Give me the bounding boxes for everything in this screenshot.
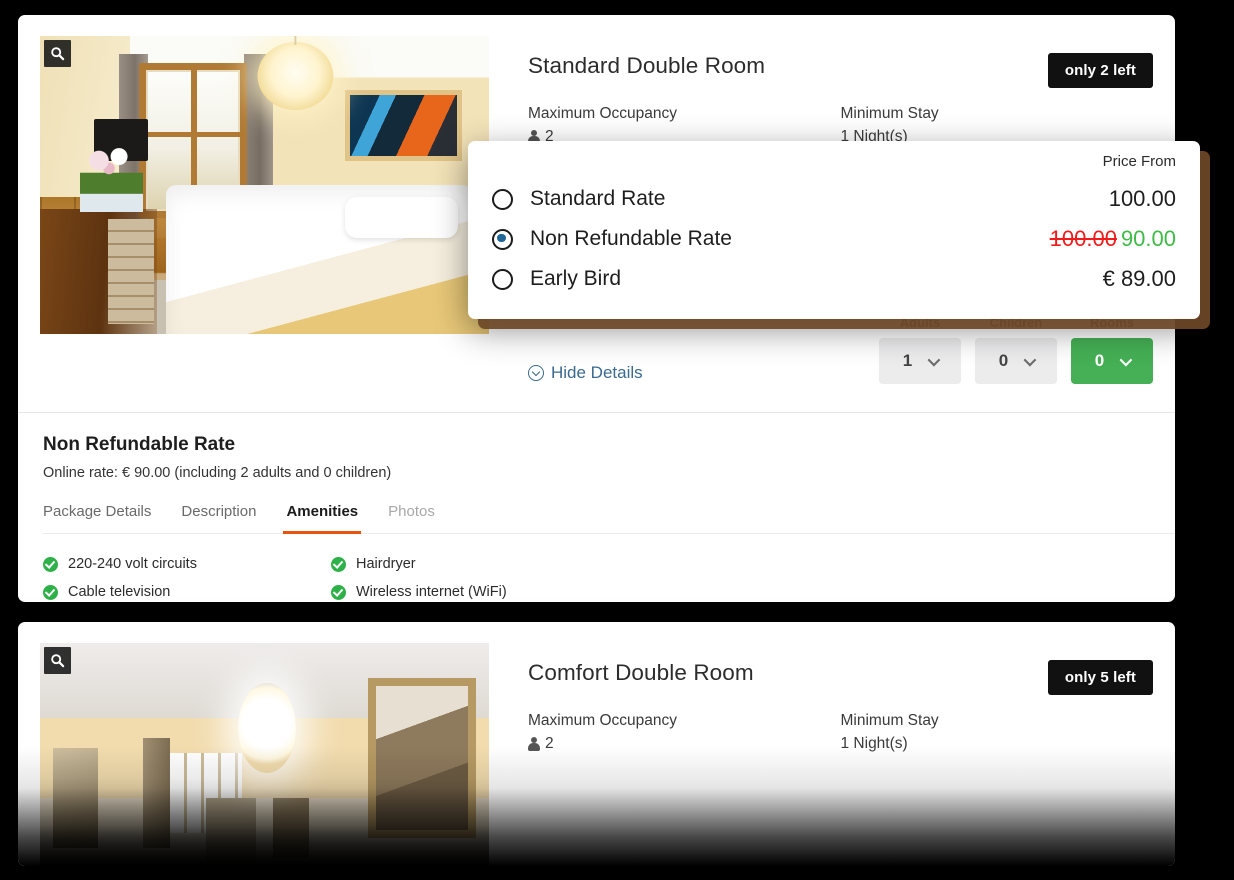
rate-price: € 89.00 — [1102, 266, 1176, 291]
person-icon — [528, 737, 540, 751]
radio-non-refundable-rate[interactable] — [492, 228, 513, 250]
amenity-label: 220-240 volt circuits — [68, 556, 197, 572]
rate-price-original: 100.00 — [1049, 226, 1117, 251]
hide-details-link[interactable]: Hide Details — [528, 363, 643, 383]
radio-standard-rate[interactable] — [492, 188, 513, 210]
pendant-lamp — [237, 683, 296, 773]
rooms-value: 0 — [1094, 351, 1105, 370]
occupancy-label: Maximum Occupancy — [528, 105, 678, 122]
list-item: Hairdryer — [331, 556, 619, 572]
occupancy-block: Maximum Occupancy 2 — [528, 712, 841, 753]
radio-early-bird-rate[interactable] — [492, 268, 513, 290]
list-item: Cable television — [43, 584, 331, 600]
adults-dropdown[interactable]: 1 — [879, 338, 961, 384]
wall-art — [345, 89, 463, 162]
min-stay-value: 1 Night(s) — [840, 735, 908, 752]
amenities-column-right: Hairdryer Wireless internet (WiFi) — [331, 556, 619, 602]
check-circle-icon — [43, 584, 58, 600]
tab-amenities[interactable]: Amenities — [283, 503, 361, 534]
room-meta: Maximum Occupancy 2 Minimum Stay 1 Night… — [528, 105, 1153, 146]
rate-price: 100.00 — [1108, 186, 1176, 211]
magnifier-icon[interactable] — [44, 40, 71, 67]
occupancy-value-row: 2 — [528, 735, 841, 753]
hide-details-label: Hide Details — [551, 363, 643, 382]
rate-details-title: Non Refundable Rate — [43, 434, 236, 455]
rate-details-subtitle: Online rate: € 90.00 (including 2 adults… — [43, 465, 392, 481]
chevron-down-icon — [1119, 353, 1133, 366]
status-badge-availability: only 5 left — [1047, 660, 1153, 695]
amenities-column-left: 220-240 volt circuits Cable television — [43, 556, 331, 602]
status-badge-availability: only 2 left — [1047, 53, 1153, 88]
rate-option-early-bird[interactable]: Early Bird € 89.00 — [492, 259, 1176, 299]
check-circle-icon — [43, 556, 58, 572]
room-photo-image — [40, 643, 489, 866]
list-item: Wireless internet (WiFi) — [331, 584, 619, 600]
tab-package-details[interactable]: Package Details — [43, 503, 151, 533]
photo-fade-overlay — [40, 778, 489, 866]
details-tabs: Package Details Description Amenities Ph… — [43, 503, 1175, 534]
check-circle-icon — [331, 584, 346, 600]
price-from-label: Price From — [1102, 153, 1176, 170]
min-stay-label: Minimum Stay — [840, 712, 939, 729]
occupancy-selectors: Adults 1 Children 0 Rooms 0 — [879, 315, 1153, 384]
amenity-label: Hairdryer — [356, 556, 416, 572]
rate-details-panel: Non Refundable Rate Online rate: € 90.00… — [18, 412, 1175, 602]
adults-value: 1 — [902, 351, 913, 370]
room-photo-comfort[interactable] — [40, 643, 489, 866]
chevron-down-circle-icon — [528, 365, 544, 381]
pendant-lamp — [256, 36, 334, 111]
rate-options-list: Standard Rate 100.00 Non Refundable Rate… — [492, 179, 1176, 299]
list-item: 220-240 volt circuits — [43, 556, 331, 572]
adults-selector-group: Adults 1 — [879, 315, 961, 384]
pillow — [345, 197, 459, 238]
children-value: 0 — [998, 351, 1009, 370]
rate-selection-popup: Price From Standard Rate 100.00 Non Refu… — [468, 141, 1200, 319]
stay-block: Minimum Stay 1 Night(s) — [841, 712, 1154, 753]
bed — [165, 185, 489, 334]
magnifier-icon[interactable] — [44, 647, 71, 674]
rate-label: Early Bird — [530, 267, 622, 290]
children-selector-group: Children 0 — [975, 315, 1057, 384]
room-scene — [40, 36, 489, 334]
rooms-dropdown[interactable]: 0 — [1071, 338, 1153, 384]
dresser — [40, 208, 157, 334]
rate-label: Non Refundable Rate — [530, 227, 732, 250]
stay-block: Minimum Stay 1 Night(s) — [841, 105, 1154, 146]
check-circle-icon — [331, 556, 346, 572]
rooms-selector-group: Rooms 0 — [1071, 315, 1153, 384]
amenities-list: 220-240 volt circuits Cable television H… — [43, 556, 1175, 602]
children-dropdown[interactable]: 0 — [975, 338, 1057, 384]
amenity-label: Wireless internet (WiFi) — [356, 584, 507, 600]
room-photo-standard[interactable] — [40, 36, 489, 334]
rate-option-standard[interactable]: Standard Rate 100.00 — [492, 179, 1176, 219]
chevron-down-icon — [1023, 353, 1037, 366]
occupancy-label: Maximum Occupancy — [528, 712, 678, 729]
room-meta: Maximum Occupancy 2 Minimum Stay 1 Night… — [528, 712, 1153, 753]
rate-option-non-refundable[interactable]: Non Refundable Rate 100.00 90.00 — [492, 219, 1176, 259]
chevron-down-icon — [927, 353, 941, 366]
room-photo-image — [40, 36, 489, 334]
rate-price-new: 90.00 — [1120, 226, 1176, 251]
room-card-comfort-double: Comfort Double Room Maximum Occupancy 2 … — [18, 622, 1175, 866]
amenity-label: Cable television — [68, 584, 171, 600]
rate-label: Standard Rate — [530, 187, 666, 210]
rate-price-discounted: 100.00 90.00 — [1050, 226, 1176, 252]
occupancy-value: 2 — [545, 735, 554, 752]
tab-description[interactable]: Description — [181, 503, 256, 533]
tab-photos[interactable]: Photos — [388, 503, 435, 533]
occupancy-block: Maximum Occupancy 2 — [528, 105, 841, 146]
min-stay-label: Minimum Stay — [840, 105, 939, 122]
flower-vase — [80, 146, 144, 212]
page-root: Standard Double Room Maximum Occupancy 2… — [0, 0, 1234, 880]
